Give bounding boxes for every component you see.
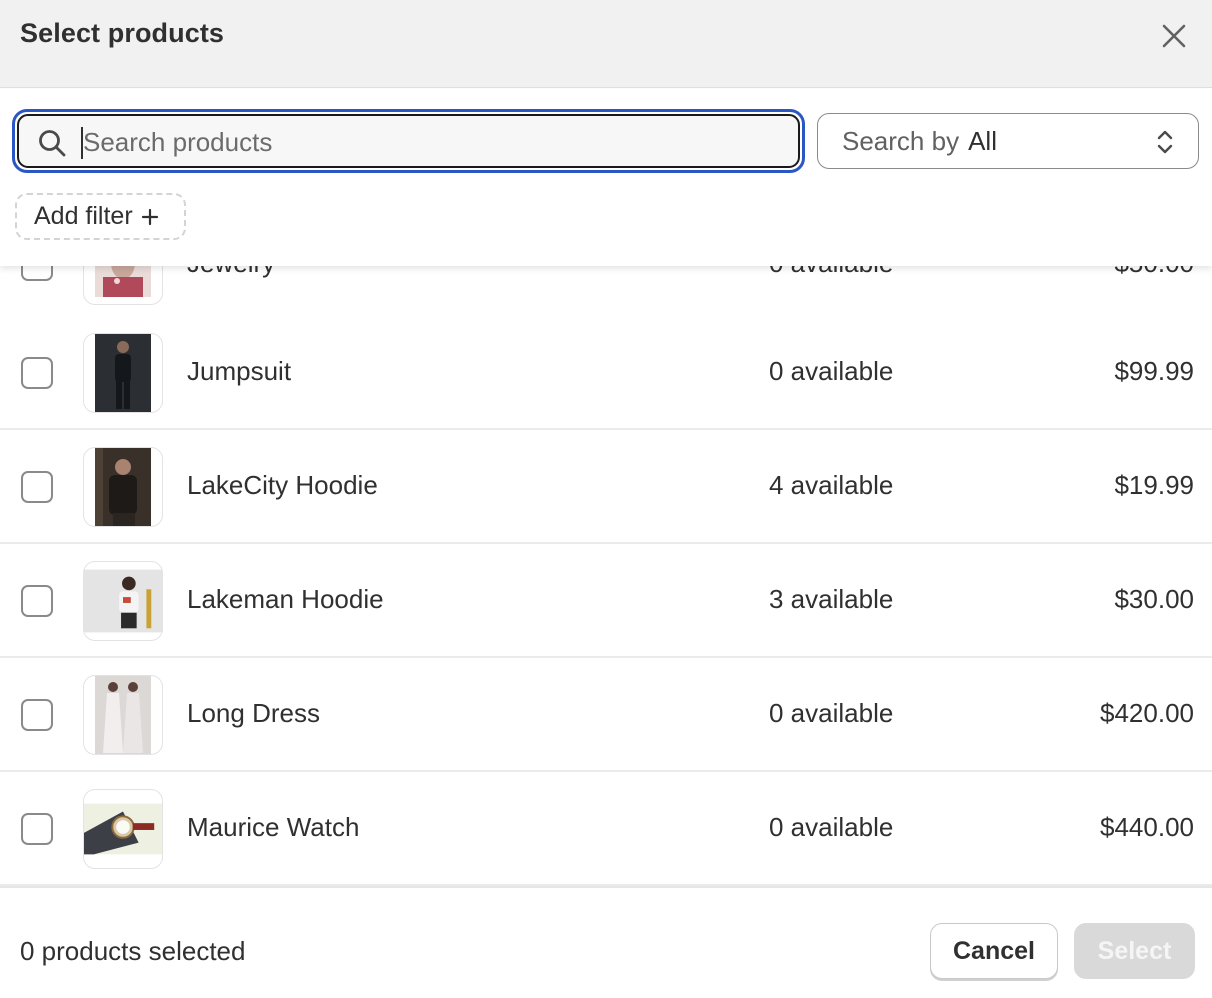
product-name: LakeCity Hoodie xyxy=(187,470,378,500)
product-name: Lakeman Hoodie xyxy=(187,584,384,614)
search-focus-ring xyxy=(12,109,805,173)
product-availability: 4 available xyxy=(769,470,894,500)
product-price: $420.00 xyxy=(1100,698,1194,728)
product-name: Jewelry xyxy=(187,266,275,279)
product-checkbox[interactable] xyxy=(21,357,53,389)
search-controls: Search by All Add filter xyxy=(0,89,1212,266)
product-availability: 0 available xyxy=(769,266,893,279)
product-thumbnail xyxy=(83,447,163,527)
search-field[interactable] xyxy=(17,114,800,168)
search-input[interactable] xyxy=(83,122,783,162)
search-icon xyxy=(39,130,66,157)
product-name: Jumpsuit xyxy=(187,356,292,386)
product-checkbox[interactable] xyxy=(21,699,53,731)
product-price: $50.00 xyxy=(1114,266,1194,279)
product-thumbnail xyxy=(83,333,163,413)
product-price: $440.00 xyxy=(1100,812,1194,842)
modal-title: Select products xyxy=(20,18,225,48)
product-thumbnail xyxy=(83,675,163,755)
product-list: Jewelry 0 available $50.00 Jumpsuit 0 av… xyxy=(0,266,1212,886)
product-row[interactable]: Lakeman Hoodie 3 available $30.00 xyxy=(0,544,1212,658)
plus-icon xyxy=(141,208,158,225)
search-by-value: All xyxy=(968,125,997,156)
search-by-select[interactable]: Search by All xyxy=(817,113,1199,169)
product-row[interactable]: Jumpsuit 0 available $99.99 xyxy=(0,316,1212,430)
product-thumbnail xyxy=(83,266,163,305)
product-availability: 0 available xyxy=(769,356,894,386)
product-availability: 3 available xyxy=(769,584,894,614)
close-icon xyxy=(1162,24,1186,48)
product-name: Long Dress xyxy=(187,698,320,728)
modal-header: Select products xyxy=(0,0,1212,88)
product-row[interactable]: Long Dress 0 available $420.00 xyxy=(0,658,1212,772)
cancel-button[interactable]: Cancel xyxy=(930,923,1058,979)
product-price: $30.00 xyxy=(1114,584,1194,614)
add-filter-button[interactable]: Add filter xyxy=(15,193,186,240)
product-row[interactable]: Maurice Watch 0 available $440.00 xyxy=(0,772,1212,886)
product-checkbox[interactable] xyxy=(21,813,53,845)
product-row[interactable]: Jewelry 0 available $50.00 xyxy=(0,266,1212,322)
product-thumbnail xyxy=(83,561,163,641)
close-button[interactable] xyxy=(1154,16,1194,56)
select-chevrons-icon xyxy=(1157,130,1173,154)
product-checkbox[interactable] xyxy=(21,471,53,503)
product-checkbox[interactable] xyxy=(21,266,53,281)
modal-footer: 0 products selected Cancel Select xyxy=(0,886,1212,998)
product-checkbox[interactable] xyxy=(21,585,53,617)
product-price: $99.99 xyxy=(1114,356,1194,386)
selected-count: 0 products selected xyxy=(20,936,246,966)
search-by-label: Search by xyxy=(842,125,960,156)
product-name: Maurice Watch xyxy=(187,812,360,842)
select-button[interactable]: Select xyxy=(1074,923,1195,979)
product-availability: 0 available xyxy=(769,812,894,842)
product-thumbnail xyxy=(83,789,163,869)
product-price: $19.99 xyxy=(1114,470,1194,500)
add-filter-label: Add filter xyxy=(34,202,133,230)
product-row[interactable]: LakeCity Hoodie 4 available $19.99 xyxy=(0,430,1212,544)
product-availability: 0 available xyxy=(769,698,894,728)
